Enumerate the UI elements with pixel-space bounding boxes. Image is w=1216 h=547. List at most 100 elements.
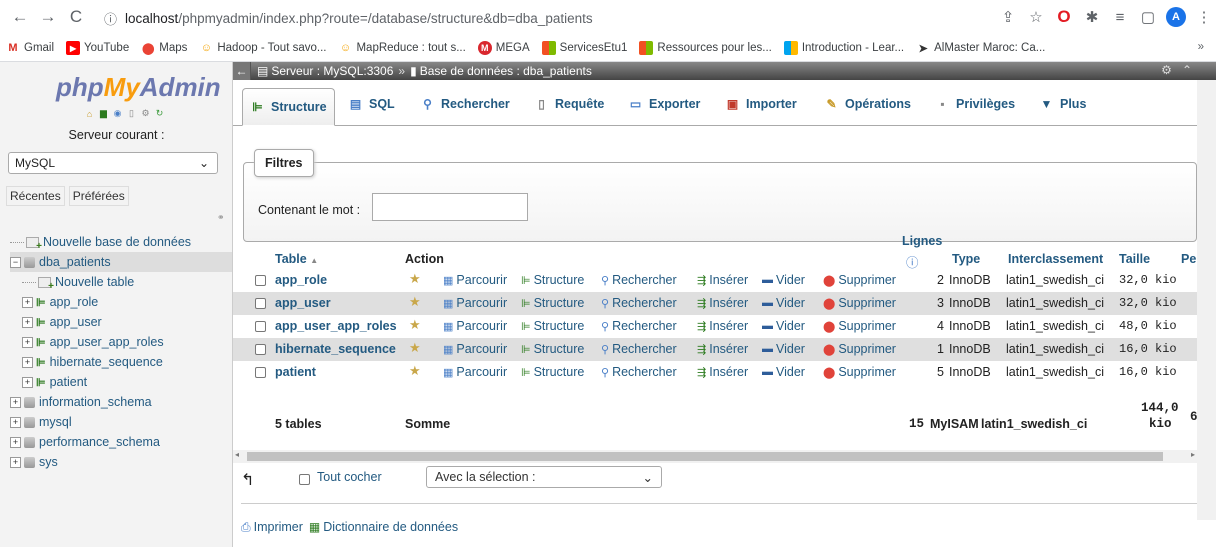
scrollbar-thumb[interactable] [247,452,1163,461]
side-panel-icon[interactable]: ▢ [1136,5,1160,29]
tab-import[interactable]: ▣ Importer [718,88,804,120]
action-drop[interactable]: ⬤ Supprimer [823,342,896,356]
bookmark-introduction[interactable]: Introduction - Lear... [783,41,904,55]
tree-item-app-role[interactable]: + ⊫ app_role [10,292,232,312]
action-structure[interactable]: ⊫ Structure [521,365,584,379]
column-header-size[interactable]: Taille [1119,252,1150,266]
bookmark-servicesetu[interactable]: ServicesEtu1 [541,41,627,55]
action-empty[interactable]: ▬ Vider [762,273,805,287]
tab-more[interactable]: ▼ Plus [1032,88,1093,120]
extension-opera-icon[interactable]: O [1052,5,1076,29]
extensions-puzzle-icon[interactable]: ✱ [1080,5,1104,29]
action-browse[interactable]: ▦ Parcourir [443,319,507,333]
tree-item-nouvelle-table[interactable]: Nouvelle table [10,272,232,292]
expand-icon[interactable]: + [22,316,33,328]
tab-operations[interactable]: ✎ Opérations [817,88,918,120]
action-browse[interactable]: ▦ Parcourir [443,342,507,356]
phpmyadmin-logo[interactable]: phpMyAdmin [56,72,221,103]
action-empty[interactable]: ▬ Vider [762,342,805,356]
action-structure[interactable]: ⊫ Structure [521,342,584,356]
bookmark-maps[interactable]: ⬤ Maps [141,41,187,55]
forward-icon[interactable]: → [34,3,62,31]
server-select[interactable]: MySQL ⌄ [8,152,218,174]
action-search[interactable]: ⚲ Rechercher [601,273,677,287]
column-header-rows[interactable]: Lignes [902,234,942,248]
tab-privileges[interactable]: ▪ Privilèges [928,88,1022,120]
expand-icon[interactable]: + [22,336,33,348]
tab-recent[interactable]: Récentes [6,186,65,206]
address-bar[interactable]: ⓘ localhost/phpmyadmin/index.php?route=/… [104,6,984,30]
documentation-icon[interactable]: ▯ [126,108,137,119]
action-drop[interactable]: ⬤ Supprimer [823,319,896,333]
vertical-scrollbar[interactable] [1197,80,1216,520]
expand-icon[interactable]: + [22,296,33,308]
row-checkbox[interactable] [255,344,266,355]
profile-button[interactable]: A [1164,5,1188,29]
tree-item-performance-schema[interactable]: + performance_schema [10,432,232,452]
action-search[interactable]: ⚲ Rechercher [601,365,677,379]
bookmarks-more[interactable]: » [1198,41,1204,53]
table-name-link[interactable]: app_role [275,273,327,287]
bookmark-almaster[interactable]: ➤ AlMaster Maroc: Ca... [916,41,1046,55]
row-checkbox[interactable] [255,321,266,332]
row-checkbox[interactable] [255,298,266,309]
action-browse[interactable]: ▦ Parcourir [443,296,507,310]
table-name-link[interactable]: app_user_app_roles [275,319,397,333]
share-icon[interactable]: ⇪ [996,5,1020,29]
action-search[interactable]: ⚲ Rechercher [601,342,677,356]
link-with-main-panel-icon[interactable]: ⚭ [217,212,225,223]
bookmark-hadoop[interactable]: ☺ Hadoop - Tout savo... [199,41,327,55]
action-drop[interactable]: ⬤ Supprimer [823,365,896,379]
back-icon[interactable]: ← [6,3,34,31]
tree-item-app-user-app-roles[interactable]: + ⊫ app_user_app_roles [10,332,232,352]
expand-icon[interactable]: + [22,376,33,388]
favorite-star-icon[interactable]: ★ [409,363,421,379]
check-all-label[interactable]: Tout cocher [317,470,382,484]
favorite-star-icon[interactable]: ★ [409,271,421,287]
action-structure[interactable]: ⊫ Structure [521,273,584,287]
breadcrumb-server[interactable]: Serveur : MySQL:3306 [271,64,393,78]
column-header-table[interactable]: Table ▲ [275,252,318,266]
check-all-checkbox[interactable] [299,474,310,485]
tree-item-mysql[interactable]: + mysql [10,412,232,432]
filter-input[interactable] [372,193,528,221]
reload-icon[interactable]: C [62,3,90,31]
tree-item-app-user[interactable]: + ⊫ app_user [10,312,232,332]
table-name-link[interactable]: app_user [275,296,331,310]
bookmark-youtube[interactable]: ▶ YouTube [66,41,129,55]
bookmark-mapreduce[interactable]: ☺ MapReduce : tout s... [338,41,466,55]
bookmark-ressources[interactable]: Ressources pour les... [639,41,772,55]
tree-item-nouvelle-base-de-donn-es[interactable]: Nouvelle base de données [10,232,232,252]
action-browse[interactable]: ▦ Parcourir [443,365,507,379]
favorite-star-icon[interactable]: ★ [409,317,421,333]
tree-item-sys[interactable]: + sys [10,452,232,472]
site-info-icon[interactable]: ⓘ [104,9,117,28]
table-name-link[interactable]: hibernate_sequence [275,342,396,356]
logout-icon[interactable]: ▆ [98,108,109,119]
collapse-navigation-icon[interactable]: ← [233,62,251,80]
action-empty[interactable]: ▬ Vider [762,365,805,379]
bookmark-gmail[interactable]: M Gmail [6,41,54,55]
tab-sql[interactable]: ▤ SQL [341,88,402,120]
tab-query[interactable]: ▯ Requête [527,88,611,120]
action-search[interactable]: ⚲ Rechercher [601,319,677,333]
favorite-star-icon[interactable]: ★ [409,340,421,356]
with-selection-select[interactable]: Avec la sélection : ⌄ [426,466,662,488]
browser-menu-icon[interactable]: ⋮ [1192,5,1216,29]
row-checkbox[interactable] [255,367,266,378]
query-window-icon[interactable]: ◉ [112,108,123,119]
table-name-link[interactable]: patient [275,365,316,379]
action-drop[interactable]: ⬤ Supprimer [823,296,896,310]
tab-search[interactable]: ⚲ Rechercher [413,88,517,120]
action-drop[interactable]: ⬤ Supprimer [823,273,896,287]
collapse-up-icon[interactable]: ⌃ [1182,63,1192,77]
tab-export[interactable]: ▭ Exporter [621,88,707,120]
settings-icon[interactable]: ⚙ [140,108,151,119]
tree-item-information-schema[interactable]: + information_schema [10,392,232,412]
expand-icon[interactable]: + [22,356,33,368]
scroll-right-icon[interactable]: ▸ [1191,450,1195,459]
home-icon[interactable]: ⌂ [84,108,95,119]
settings-gear-icon[interactable]: ⚙ [1161,63,1172,77]
column-header-overhead[interactable]: Pe [1181,252,1196,266]
action-search[interactable]: ⚲ Rechercher [601,296,677,310]
